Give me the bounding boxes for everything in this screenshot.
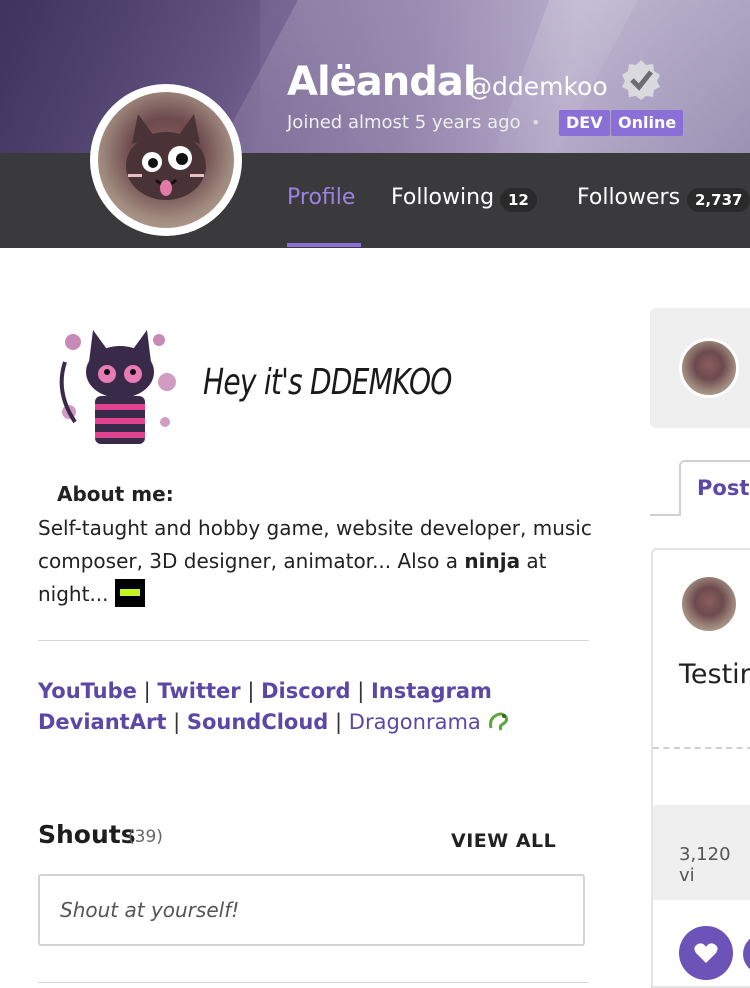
shouts-title: Shouts [38,820,136,849]
followers-count: 2,737 [687,188,750,212]
side-avatar[interactable] [679,338,739,398]
joined-date: Joined almost 5 years ago [287,112,521,133]
like-button[interactable] [679,926,733,980]
divider [38,982,589,983]
divider [38,640,589,641]
verified-icon [622,60,660,100]
view-all-button[interactable]: VIEW ALL [451,830,556,852]
tab-following[interactable]: Following [391,184,494,212]
link-soundcloud[interactable]: SoundCloud [187,710,329,734]
display-name: Alëandal [287,59,477,105]
tab-active-indicator [287,243,361,247]
about-banner-heading: Hey it's DDEMKOO [203,362,452,403]
user-handle: @ddemkoo [467,72,608,101]
about-text-ninja: ninja [464,549,521,573]
link-separator: | [357,679,365,703]
link-discord[interactable]: Discord [261,679,350,703]
about-cat-illustration [59,330,176,444]
tabs-baseline [650,514,681,516]
link-separator: | [143,679,151,703]
about-text: Self-taught and hobby game, website deve… [38,512,598,611]
post-title[interactable]: Testin [679,659,750,690]
link-dragonrama[interactable]: Dragonrama [349,710,481,734]
separator-dot: • [531,113,541,132]
profile-avatar[interactable] [90,84,242,236]
post-views: 3,120 vi [679,844,731,886]
heart-icon [694,943,718,963]
link-separator: | [335,710,343,734]
post-author-avatar[interactable] [679,574,739,634]
link-instagram[interactable]: Instagram [371,679,492,703]
dragon-icon [489,712,509,731]
posts-tab-label: Posts [697,476,750,500]
link-separator: | [247,679,255,703]
shout-input[interactable] [38,874,585,946]
link-youtube[interactable]: YouTube [38,679,137,703]
about-title: About me: [57,482,174,506]
shouts-count: (39) [128,827,163,847]
tab-profile[interactable]: Profile [287,184,355,212]
link-twitter[interactable]: Twitter [157,679,240,703]
tab-followers[interactable]: Followers [577,184,680,212]
link-separator: | [173,710,181,734]
link-deviantart[interactable]: DeviantArt [38,710,166,734]
following-count: 12 [500,188,537,212]
post-divider [653,747,750,749]
online-badge: Online [611,110,684,136]
social-links: YouTube | Twitter | Discord | Instagram … [38,676,618,738]
ninja-emoji-icon [114,578,145,607]
dev-badge: DEV [559,110,610,136]
